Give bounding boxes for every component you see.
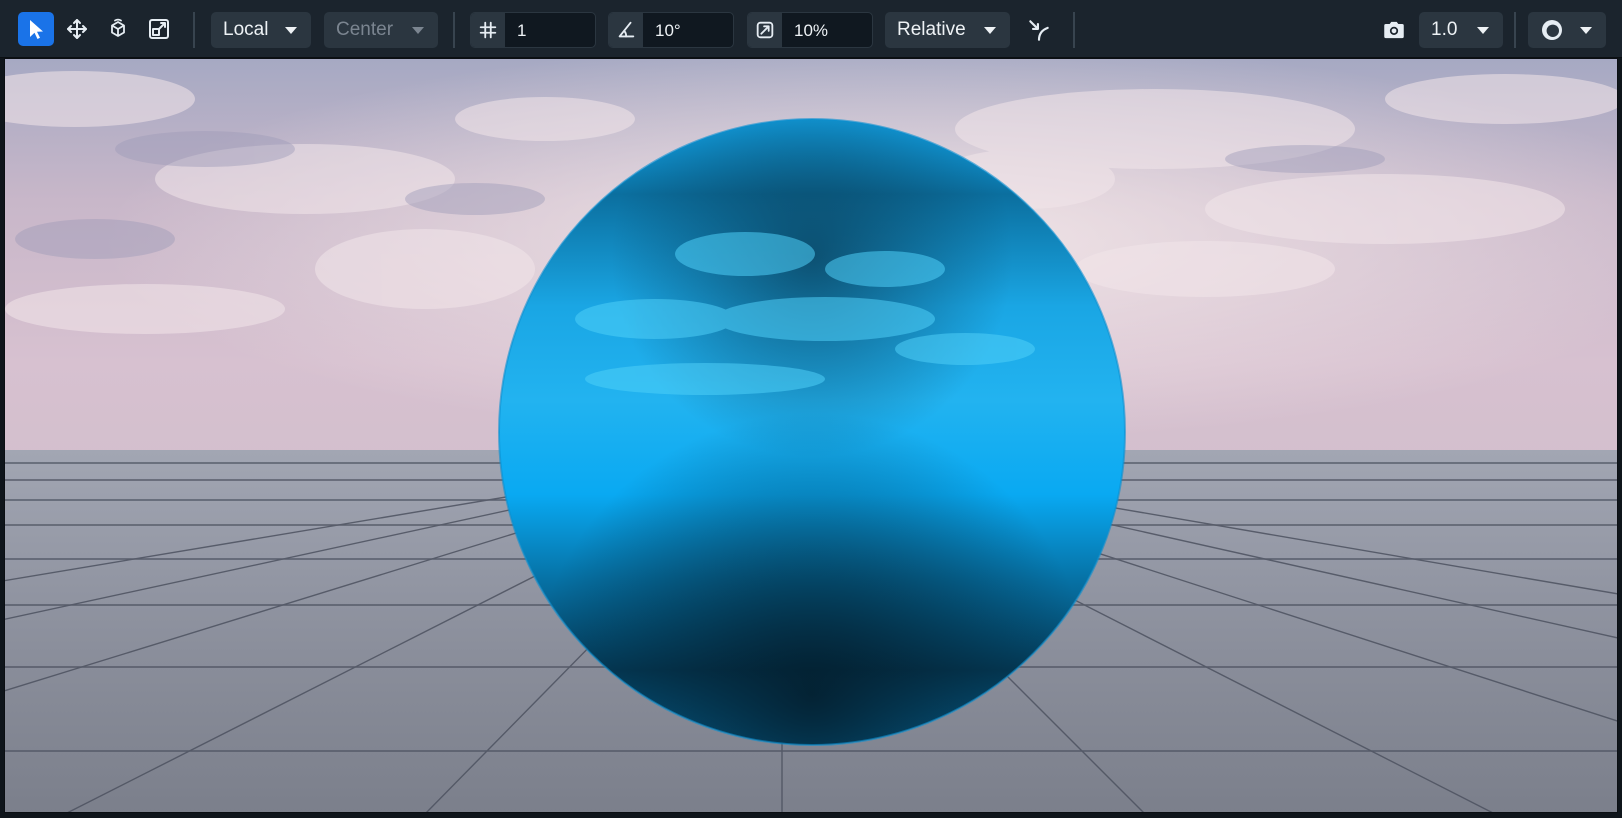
camera-speed-value: 1.0 xyxy=(1431,19,1458,40)
rotate-tool-button[interactable] xyxy=(100,12,136,46)
scene-viewport[interactable] xyxy=(4,58,1618,813)
toolbar-divider xyxy=(1514,12,1516,48)
shading-sphere-icon xyxy=(1542,20,1562,40)
chevron-down-icon xyxy=(1477,27,1489,34)
scale-snap-icon xyxy=(748,13,782,47)
camera-icon xyxy=(1384,21,1404,39)
scale-box-icon xyxy=(149,19,169,39)
cursor-icon xyxy=(30,20,43,39)
camera-button[interactable] xyxy=(1376,12,1412,48)
render-mode-dropdown[interactable] xyxy=(1528,12,1606,48)
chevron-down-icon xyxy=(1580,27,1592,34)
chevron-down-icon xyxy=(984,27,996,34)
pivot-dropdown-label: Center xyxy=(336,19,394,40)
viewport-toolbar: Local Center 1 10° 10% Relative 1.0 xyxy=(0,0,1622,58)
snap-mode-dropdown[interactable]: Relative xyxy=(885,12,1010,48)
grid-snap-field[interactable]: 1 xyxy=(470,12,596,48)
angle-icon xyxy=(609,13,643,47)
move-arrows-icon xyxy=(67,19,87,39)
surface-snap-icon xyxy=(1029,20,1049,41)
toolbar-divider xyxy=(1073,12,1075,48)
select-tool-button[interactable] xyxy=(18,12,54,46)
scene-render xyxy=(5,59,1617,812)
chevron-down-icon xyxy=(285,27,297,34)
toolbar-divider xyxy=(453,12,455,48)
surface-snap-button[interactable] xyxy=(1021,12,1057,48)
chevron-down-icon xyxy=(412,27,424,34)
move-tool-button[interactable] xyxy=(59,12,95,46)
sphere-object[interactable] xyxy=(498,118,1126,746)
rotate-cube-icon xyxy=(111,18,125,37)
toolbar-divider xyxy=(193,12,195,48)
scale-snap-field[interactable]: 10% xyxy=(747,12,873,48)
editor-window: Local Center 1 10° 10% Relative 1.0 xyxy=(0,0,1622,818)
space-dropdown[interactable]: Local xyxy=(211,12,311,48)
pivot-dropdown[interactable]: Center xyxy=(324,12,438,48)
space-dropdown-label: Local xyxy=(223,19,269,40)
angle-snap-field[interactable]: 10° xyxy=(608,12,734,48)
scale-snap-value: 10% xyxy=(794,21,829,40)
snap-mode-label: Relative xyxy=(897,19,966,40)
grid-hash-icon xyxy=(471,13,505,47)
grid-snap-value: 1 xyxy=(517,21,527,40)
angle-snap-value: 10° xyxy=(655,21,681,40)
camera-speed-dropdown[interactable]: 1.0 xyxy=(1419,12,1503,48)
scale-tool-button[interactable] xyxy=(141,12,177,46)
